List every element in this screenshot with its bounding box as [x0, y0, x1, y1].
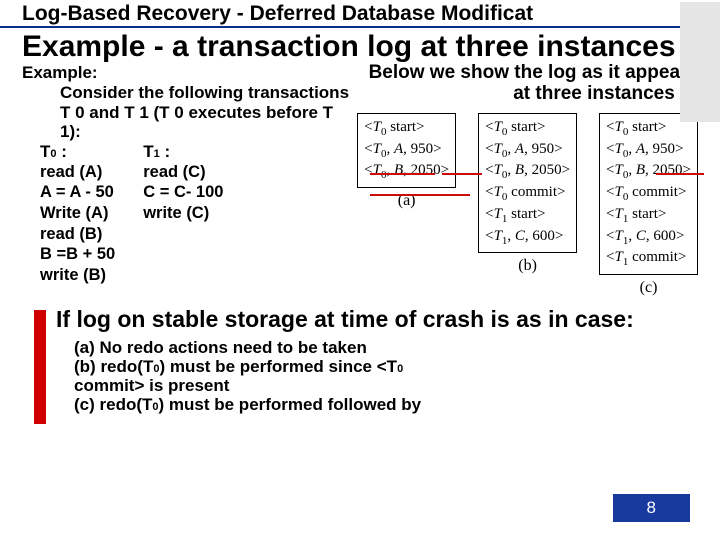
log-c-caption: (c): [640, 279, 658, 297]
t0-op: read (A): [40, 162, 115, 183]
t1-heading: T1 :: [143, 142, 223, 162]
log-b-col: <T0 start> <T0, A, 950> <T0, B, 2050> <T…: [478, 113, 577, 297]
t0-column: T0 : read (A) A = A - 50 Write (A) read …: [40, 142, 115, 286]
t1-op: write (C): [143, 203, 223, 224]
log-c-col: <T0 start> <T0, A, 950> <T0, B, 2050> <T…: [599, 113, 698, 297]
red-underline: [656, 173, 704, 175]
t0-op: B =B + 50: [40, 244, 115, 265]
log-c-box: <T0 start> <T0, A, 950> <T0, B, 2050> <T…: [599, 113, 698, 275]
consider-text: Consider the following transactions T 0 …: [22, 83, 357, 142]
red-underline: [370, 173, 435, 175]
t0-heading: T0 :: [40, 142, 115, 162]
log-a-box: <T0 start> <T0, A, 950> <T0, B, 2050>: [357, 113, 456, 188]
slide-title: Example - a transaction log at three ins…: [0, 30, 720, 63]
t0-op: write (B): [40, 265, 115, 286]
t1-op: read (C): [143, 162, 223, 183]
log-figure: <T0 start> <T0, A, 950> <T0, B, 2050> (a…: [357, 113, 698, 297]
log-b-box: <T0 start> <T0, A, 950> <T0, B, 2050> <T…: [478, 113, 577, 254]
log-a-col: <T0 start> <T0, A, 950> <T0, B, 2050> (a…: [357, 113, 456, 297]
slide-number: 8: [613, 494, 690, 522]
red-underline: [370, 194, 470, 196]
case-a: (a) No redo actions need to be taken: [56, 338, 686, 357]
page-band-decoration: [680, 2, 720, 122]
example-label: Example:: [22, 63, 357, 83]
transaction-columns: T0 : read (A) A = A - 50 Write (A) read …: [22, 142, 357, 286]
crash-section: If log on stable storage at time of cras…: [0, 297, 720, 414]
case-c: (c) redo(T0) must be performed followed …: [56, 395, 686, 414]
t0-op: read (B): [40, 224, 115, 245]
red-bullet-bar: [34, 332, 46, 424]
topic-heading: Log-Based Recovery - Deferred Database M…: [0, 0, 720, 28]
case-list: (a) No redo actions need to be taken (b)…: [34, 332, 686, 414]
log-b-caption: (b): [518, 257, 537, 275]
log-column: Below we show the log as it appears at t…: [357, 63, 698, 297]
log-intro: Below we show the log as it appears at t…: [357, 63, 698, 105]
content-body: Example: Consider the following transact…: [0, 63, 720, 297]
t1-column: T1 : read (C) C = C- 100 write (C): [143, 142, 223, 286]
crash-lead: If log on stable storage at time of cras…: [34, 307, 686, 332]
t0-op: Write (A): [40, 203, 115, 224]
example-column: Example: Consider the following transact…: [22, 63, 357, 297]
case-b: (b) redo(T0) must be performed since <T0…: [56, 357, 686, 395]
red-underline: [442, 173, 482, 175]
t1-op: C = C- 100: [143, 182, 223, 203]
t0-op: A = A - 50: [40, 182, 115, 203]
